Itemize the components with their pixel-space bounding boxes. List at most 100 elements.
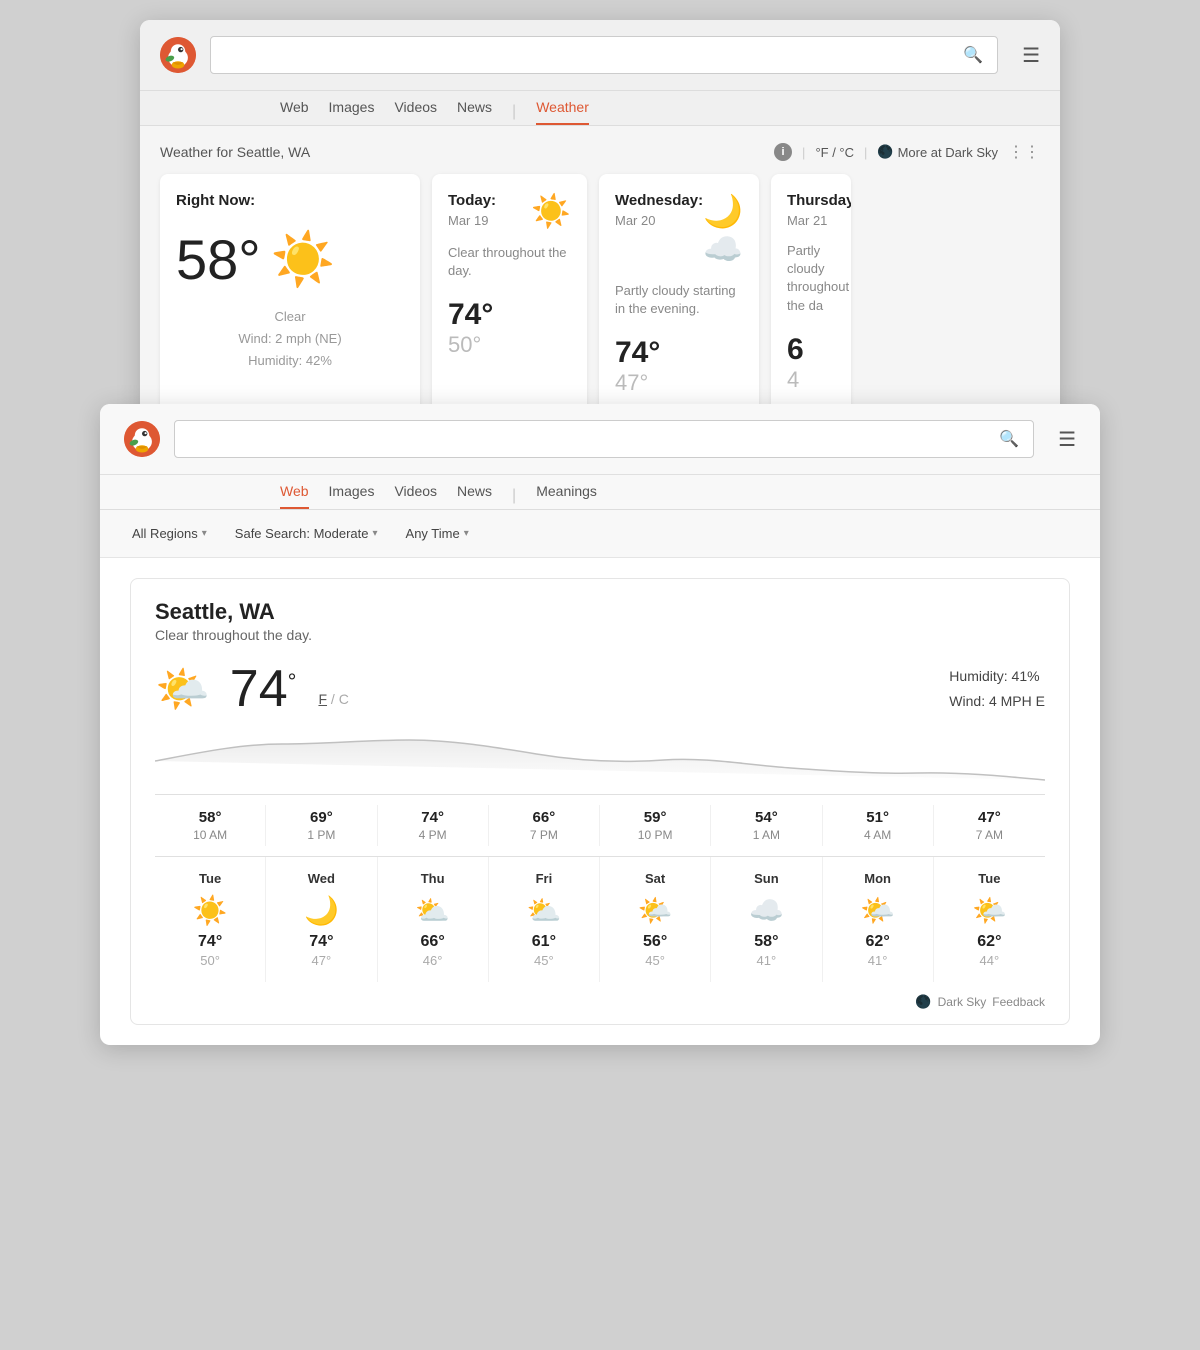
search-input-bottom[interactable]: weather	[189, 430, 989, 448]
hourly-item-3: 66° 7 PM	[489, 805, 600, 846]
weather-controls-top: i | °F / °C | 🌑 More at Dark Sky ⋮⋮	[774, 142, 1040, 162]
daily-icon-2: ⛅	[382, 894, 484, 927]
hourly-temp-0: 58°	[155, 809, 265, 826]
now-condition: Clear	[176, 306, 404, 328]
time-filter[interactable]: Any Time ▾	[398, 522, 477, 545]
weather-header-top: Weather for Seattle, WA i | °F / °C | 🌑 …	[160, 142, 1040, 162]
forecast-label-wed: Wednesday: Mar 20	[615, 192, 703, 228]
widget-sun-icon: 🌤️	[155, 663, 210, 715]
now-temp-row: 58° ☀️	[176, 229, 404, 290]
time-chevron-icon: ▾	[464, 528, 469, 539]
feedback-link[interactable]: Feedback	[992, 995, 1045, 1009]
unit-c: C	[339, 691, 349, 707]
daily-high-2: 66°	[382, 933, 484, 951]
thu-date: Mar 21	[787, 213, 835, 228]
weather-location-top: Weather for Seattle, WA	[160, 144, 310, 160]
dark-sky-footer-link[interactable]: Dark Sky	[938, 995, 987, 1009]
dark-sky-link-top[interactable]: 🌑 More at Dark Sky	[877, 144, 998, 160]
daily-icon-5: ☁️	[715, 894, 817, 927]
now-details: Clear Wind: 2 mph (NE) Humidity: 42%	[176, 306, 404, 372]
nav-tabs-bottom: Web Images Videos News | Meanings	[100, 475, 1100, 510]
daily-high-1: 74°	[270, 933, 372, 951]
tab-news-top[interactable]: News	[457, 99, 492, 125]
tab-videos-bottom[interactable]: Videos	[394, 483, 437, 509]
widget-main-row: 🌤️ 74° F / C Humidity: 41% Wind: 4 MPH E	[155, 659, 1045, 719]
daily-low-0: 50°	[159, 953, 261, 968]
tab-meanings-bottom[interactable]: Meanings	[536, 483, 597, 509]
hourly-temps-row: 58°10 AM69°1 PM74°4 PM66°7 PM59°10 PM54°…	[155, 795, 1045, 857]
now-sun-icon: ☀️	[271, 229, 336, 290]
nav-tabs-top: Web Images Videos News | Weather	[140, 91, 1060, 126]
now-wind: Wind: 2 mph (NE)	[176, 328, 404, 350]
hourly-time-5: 1 AM	[711, 828, 821, 842]
daily-day-0: Tue	[159, 871, 261, 886]
tab-images-top[interactable]: Images	[329, 99, 375, 125]
forecast-desc-wed: Partly cloudy starting in the evening.	[615, 282, 743, 318]
daily-day-3: Fri	[493, 871, 595, 886]
hamburger-menu-bottom[interactable]: ☰	[1058, 427, 1076, 452]
tab-images-bottom[interactable]: Images	[329, 483, 375, 509]
hourly-temp-3: 66°	[489, 809, 599, 826]
tab-weather-top[interactable]: Weather	[536, 99, 589, 125]
forecast-desc-thu: Partly cloudy throughout the da	[787, 242, 835, 315]
forecast-icon-wed: 🌙☁️	[703, 192, 743, 268]
filter-bar: All Regions ▾ Safe Search: Moderate ▾ An…	[100, 510, 1100, 558]
daily-item-0: Tue☀️74°50°	[155, 857, 266, 982]
daily-high-6: 62°	[827, 933, 929, 951]
now-humidity: Humidity: 42%	[176, 350, 404, 372]
tab-news-bottom[interactable]: News	[457, 483, 492, 509]
search-icon-top: 🔍	[963, 45, 983, 65]
grid-icon-top: ⋮⋮	[1008, 142, 1040, 162]
tab-web-top[interactable]: Web	[280, 99, 309, 125]
safe-search-chevron-icon: ▾	[373, 528, 378, 539]
daily-high-4: 56°	[604, 933, 706, 951]
now-label: Right Now:	[176, 192, 404, 209]
regions-filter[interactable]: All Regions ▾	[124, 522, 215, 545]
top-browser-card: weather 🔍 ☰ Web Images Videos News | Wea…	[140, 20, 1060, 434]
hourly-time-2: 4 PM	[378, 828, 488, 842]
search-input-top[interactable]: weather	[225, 46, 953, 64]
daily-icon-1: 🌙	[270, 894, 372, 927]
dark-sky-icon-top: 🌑	[877, 144, 893, 160]
widget-wind: Wind: 4 MPH E	[949, 689, 1045, 714]
top-bar: weather 🔍 ☰	[140, 20, 1060, 91]
daily-icon-4: 🌤️	[604, 894, 706, 927]
widget-footer: 🌑 Dark Sky Feedback	[155, 984, 1045, 1024]
separator: |	[802, 145, 805, 160]
daily-high-0: 74°	[159, 933, 261, 951]
search-icon-bottom: 🔍	[999, 429, 1019, 449]
widget-unit-toggle[interactable]: F / C	[318, 691, 348, 707]
thu-label: Thursday:	[787, 192, 835, 209]
hamburger-menu-top[interactable]: ☰	[1022, 43, 1040, 68]
daily-grid: Tue☀️74°50°Wed🌙74°47°Thu⛅66°46°Fri⛅61°45…	[155, 857, 1045, 982]
safe-search-filter[interactable]: Safe Search: Moderate ▾	[227, 522, 386, 545]
daily-item-3: Fri⛅61°45°	[489, 857, 600, 982]
weather-content-top: Weather for Seattle, WA i | °F / °C | 🌑 …	[140, 126, 1060, 434]
search-box-bottom[interactable]: weather 🔍	[174, 420, 1034, 458]
unit-toggle-top[interactable]: °F / °C	[815, 145, 854, 160]
widget-city: Seattle, WA	[155, 599, 1045, 625]
info-button[interactable]: i	[774, 143, 792, 161]
widget-details: Humidity: 41% Wind: 4 MPH E	[949, 664, 1045, 714]
hourly-temp-7: 47°	[934, 809, 1045, 826]
daily-high-5: 58°	[715, 933, 817, 951]
hourly-time-3: 7 PM	[489, 828, 599, 842]
tab-videos-top[interactable]: Videos	[394, 99, 437, 125]
daily-item-6: Mon🌤️62°41°	[823, 857, 934, 982]
daily-item-1: Wed🌙74°47°	[266, 857, 377, 982]
daily-low-5: 41°	[715, 953, 817, 968]
dark-sky-footer-icon: 🌑	[915, 994, 931, 1010]
daily-day-4: Sat	[604, 871, 706, 886]
daily-item-5: Sun☁️58°41°	[711, 857, 822, 982]
hourly-item-0: 58°10 AM	[155, 805, 266, 846]
forecast-header-wed: Wednesday: Mar 20 🌙☁️	[615, 192, 743, 268]
widget-temp-display: 74°	[230, 659, 297, 719]
daily-low-3: 45°	[493, 953, 595, 968]
search-box-top[interactable]: weather 🔍	[210, 36, 998, 74]
daily-high-7: 62°	[938, 933, 1041, 951]
tab-web-bottom[interactable]: Web	[280, 483, 309, 509]
forecast-thu-partial-card: Thursday: Mar 21 Partly cloudy throughou…	[771, 174, 851, 414]
daily-low-6: 41°	[827, 953, 929, 968]
hourly-item-7: 47°7 AM	[934, 805, 1045, 846]
forecast-header-today: Today: Mar 19 ☀️	[448, 192, 571, 230]
